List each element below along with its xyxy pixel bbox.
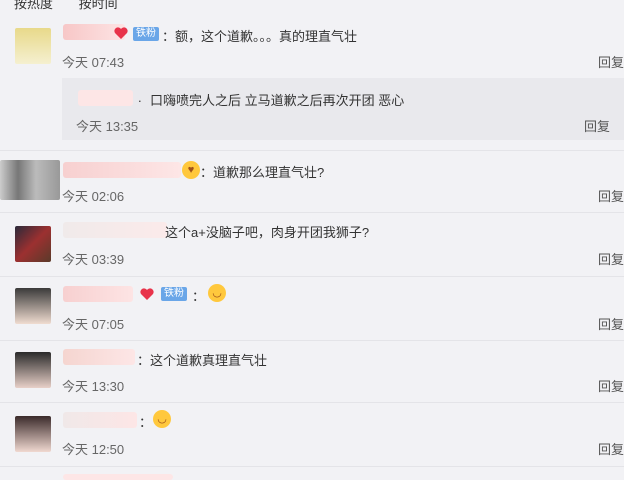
username-redacted[interactable] [63,162,181,178]
fan-badge: 铁粉 [133,27,159,41]
comment-text: 这个a+没脑子吧，肉身开团我狮子? [165,225,370,240]
comment-time: 今天 07:05 [62,317,125,332]
sub-reply-dot: . [138,90,142,105]
username-redacted[interactable] [63,222,167,238]
reply-button[interactable]: 回复 [598,249,624,268]
comment-item: 铁粉 ：额，这个道歉。。。真的理直气壮 今天 07:43 回复 . 口嗨喷完人之… [0,10,624,151]
comment-item: ： ◡ 今天 12:50 回复 [0,402,624,467]
fan-badge: 铁粉 [161,287,187,301]
comment-text: ： [139,415,153,430]
username-redacted[interactable] [63,349,135,365]
comment-time: 今天 13:30 [62,379,125,394]
sub-reply-button[interactable]: 回复 [584,116,610,135]
comment-item: ：这个道歉真理直气壮 今天 13:30 回复 [0,340,624,403]
comment-text: ：额，这个道歉。。。真的理直气壮 [162,29,358,44]
avatar[interactable] [15,288,51,324]
sub-reply-box: . 口嗨喷完人之后 立马道歉之后再次开团 恶心 今天 13:35 回复 [62,78,624,140]
avatar[interactable] [15,28,51,64]
heart-icon [140,288,154,300]
comment-time: 今天 02:06 [62,189,125,204]
username-redacted[interactable] [63,412,137,428]
comment-text: ：这个道歉真理直气壮 [137,353,268,368]
reply-button[interactable]: 回复 [598,439,624,458]
reply-button[interactable]: 回复 [598,52,624,71]
sub-reply-text: 口嗨喷完人之后 立马道歉之后再次开团 恶心 [150,93,405,108]
comment-time: 今天 12:50 [62,442,125,457]
username-redacted[interactable] [63,286,133,302]
smile-emoji: ♥ [182,161,200,179]
comment-item: 这个a+没脑子吧，肉身开团我狮子? 今天 03:39 回复 [0,212,624,277]
next-comment-peek [0,466,624,480]
sub-reply-time: 今天 13:35 [76,119,139,134]
reply-button[interactable]: 回复 [598,186,624,205]
smile-emoji: ◡ [153,410,171,428]
comment-text: ： [192,289,206,304]
heart-icon [114,27,128,39]
comment-time: 今天 03:39 [62,252,125,267]
reply-button[interactable]: 回复 [598,376,624,395]
smile-emoji: ◡ [208,284,226,302]
avatar[interactable] [15,416,51,452]
comment-item: 铁粉 ： ◡ 今天 07:05 回复 [0,276,624,341]
avatar[interactable] [15,352,51,388]
username-redacted[interactable] [63,474,173,480]
comment-item: ♥ ：道歉那么理直气壮? 今天 02:06 回复 [0,150,624,213]
avatar[interactable] [15,226,51,262]
avatar[interactable] [0,160,60,200]
comment-text: ：道歉那么理直气壮? [200,165,325,180]
username-redacted[interactable] [78,90,133,106]
comment-time: 今天 07:43 [62,55,125,70]
reply-button[interactable]: 回复 [598,314,624,333]
